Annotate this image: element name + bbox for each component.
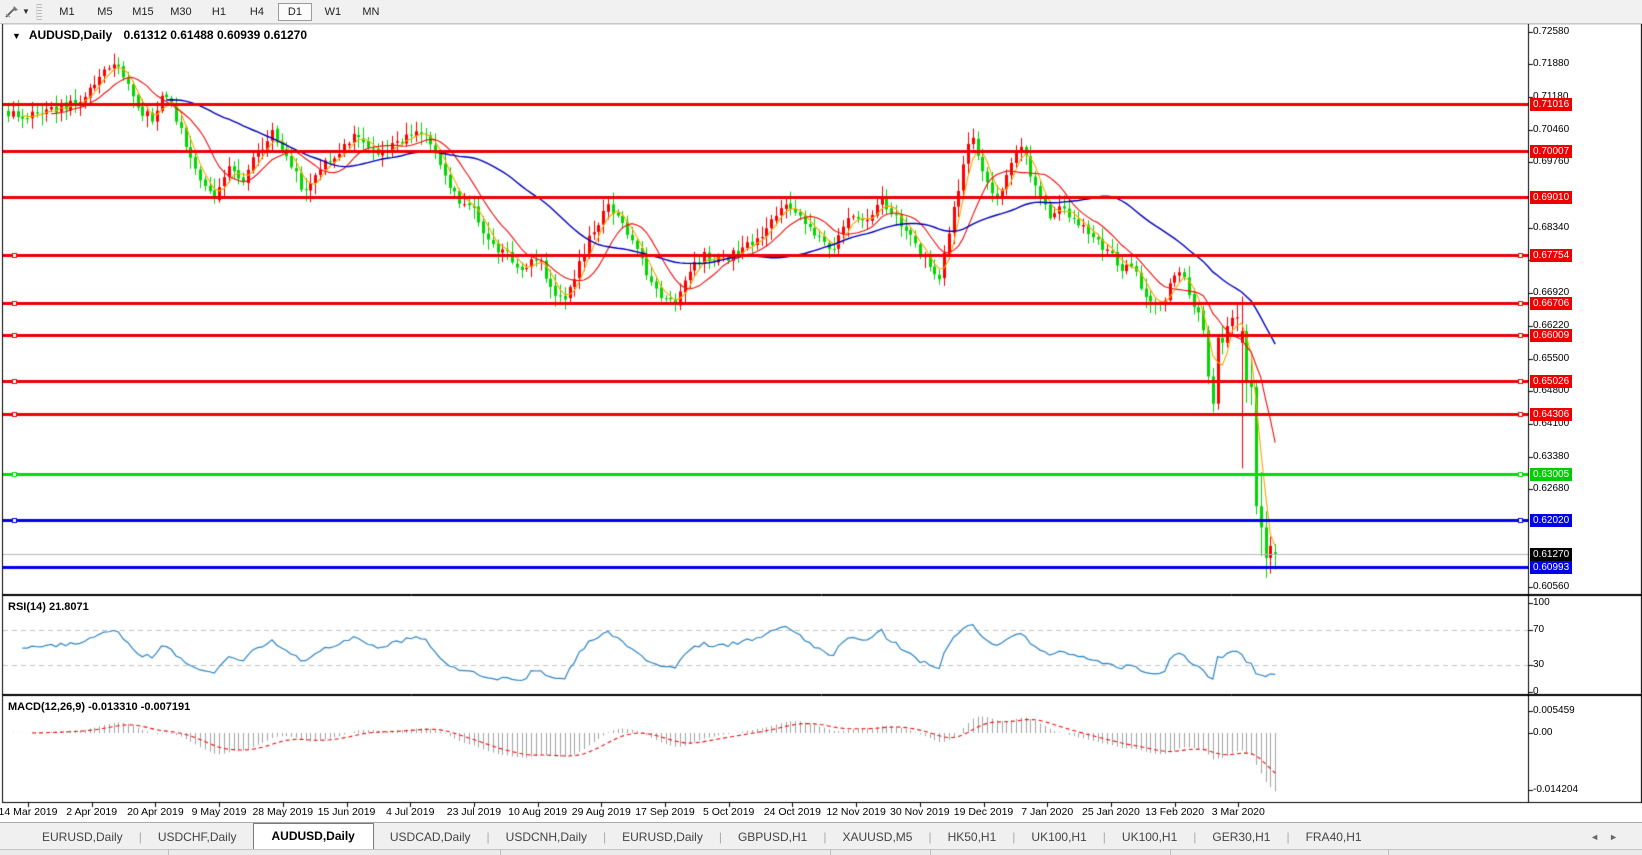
statusbar-divider (930, 850, 931, 855)
date-axis-label: 3 Mar 2020 (1212, 806, 1265, 818)
timeframe-toolbar: ▼ M1M5M15M30H1H4D1W1MN (0, 0, 1642, 24)
date-axis-label: 13 Feb 2020 (1145, 806, 1204, 818)
statusbar-divider (1170, 850, 1171, 855)
chart-tab-xauusd-m5[interactable]: XAUUSD,M5 (826, 826, 928, 849)
timeframe-buttons: M1M5M15M30H1H4D1W1MN (48, 2, 390, 21)
price-axis-tick: 0.68340 (1533, 222, 1569, 233)
price-line-label-0.71016[interactable]: 0.71016 (1530, 98, 1572, 111)
rsi-axis-tick: 30 (1533, 659, 1544, 670)
date-axis-label: 12 Nov 2019 (826, 806, 886, 818)
date-axis-label: 29 Aug 2019 (572, 806, 631, 818)
date-axis-label: 4 Jul 2019 (386, 806, 434, 818)
date-axis-label: 23 Jul 2019 (447, 806, 501, 818)
date-axis-label: 7 Jan 2020 (1021, 806, 1073, 818)
statusbar-divider (1388, 850, 1389, 855)
date-axis-label: 9 May 2019 (192, 806, 247, 818)
price-line-label-0.65026[interactable]: 0.65026 (1530, 375, 1572, 388)
statusbar-divider (168, 850, 169, 855)
price-line-label-0.61270[interactable]: 0.61270 (1530, 548, 1572, 561)
chart-tab-usdcad-daily[interactable]: USDCAD,Daily (374, 826, 487, 849)
date-axis-label: 5 Oct 2019 (703, 806, 754, 818)
price-axis-tick: 0.71880 (1533, 58, 1569, 69)
price-axis-tick: 0.70460 (1533, 124, 1569, 135)
timeframe-button-h4[interactable]: H4 (240, 3, 274, 21)
chart-tab-uk100-h1[interactable]: UK100,H1 (1106, 826, 1193, 849)
chart-title-bar: ▼ AUDUSD,Daily 0.61312 0.61488 0.60939 0… (12, 28, 307, 42)
price-line-label-0.70007[interactable]: 0.70007 (1530, 145, 1572, 158)
chart-tab-usdchf-daily[interactable]: USDCHF,Daily (142, 826, 253, 849)
timeframe-button-h1[interactable]: H1 (202, 3, 236, 21)
rsi-axis-tick: 70 (1533, 624, 1544, 635)
rsi-indicator-label: RSI(14) 21.8071 (8, 601, 89, 613)
date-axis-label: 30 Nov 2019 (890, 806, 950, 818)
tool-dropdown-caret-icon[interactable]: ▼ (22, 7, 30, 16)
chart-tab-eurusd-daily[interactable]: EURUSD,Daily (606, 826, 719, 849)
chart-tab-eurusd-daily[interactable]: EURUSD,Daily (26, 826, 139, 849)
chart-tab-hk50-h1[interactable]: HK50,H1 (932, 826, 1013, 849)
symbol-dropdown-caret-icon[interactable]: ▼ (12, 31, 21, 41)
timeframe-button-d1[interactable]: D1 (278, 3, 312, 21)
macd-axis-tick: 0.00 (1533, 727, 1552, 738)
price-line-label-0.67754[interactable]: 0.67754 (1530, 249, 1572, 262)
crosshair-pointer-icon[interactable] (4, 4, 20, 20)
macd-axis-tick: 0.005459 (1533, 705, 1575, 716)
statusbar-divider (830, 850, 831, 855)
price-line-label-0.63005[interactable]: 0.63005 (1530, 468, 1572, 481)
macd-axis-tick: -0.014204 (1533, 784, 1578, 795)
timeframe-button-m15[interactable]: M15 (126, 3, 160, 21)
rsi-axis-tick: 0 (1533, 686, 1539, 697)
chart-tab-uk100-h1[interactable]: UK100,H1 (1015, 826, 1102, 849)
date-axis-label: 28 May 2019 (252, 806, 313, 818)
statusbar-divider (500, 850, 501, 855)
chart-tab-audusd-daily[interactable]: AUDUSD,Daily (253, 823, 374, 849)
date-axis-label: 10 Aug 2019 (508, 806, 567, 818)
timeframe-button-m30[interactable]: M30 (164, 3, 198, 21)
timeframe-button-m1[interactable]: M1 (50, 3, 84, 21)
date-axis-label: 2 Apr 2019 (66, 806, 117, 818)
toolbar-grip-handle[interactable] (36, 4, 42, 20)
price-axis-tick: 0.69760 (1533, 156, 1569, 167)
chart-tab-gbpusd-h1[interactable]: GBPUSD,H1 (722, 826, 823, 849)
date-axis-label: 14 Mar 2019 (0, 806, 57, 818)
price-axis-tick: 0.62680 (1533, 483, 1569, 494)
chart-symbol-period: AUDUSD,Daily (29, 28, 112, 42)
rsi-axis-tick: 100 (1533, 597, 1550, 608)
chart-tab-bar: EURUSD,Daily|USDCHF,DailyAUDUSD,DailyUSD… (0, 822, 1642, 849)
price-axis-tick: 0.63380 (1533, 451, 1569, 462)
chart-ohlc-values: 0.61312 0.61488 0.60939 0.61270 (124, 28, 308, 42)
price-line-label-0.69010[interactable]: 0.69010 (1530, 191, 1572, 204)
price-axis-tick: 0.60560 (1533, 581, 1569, 592)
tab-scroll-right-icon[interactable]: ► (1609, 832, 1628, 842)
date-axis-label: 19 Dec 2019 (954, 806, 1014, 818)
price-axis-tick: 0.65500 (1533, 353, 1569, 364)
price-line-label-0.66706[interactable]: 0.66706 (1530, 297, 1572, 310)
macd-indicator-label: MACD(12,26,9) -0.013310 -0.007191 (8, 701, 190, 713)
date-axis-label: 20 Apr 2019 (127, 806, 184, 818)
price-line-label-0.62020[interactable]: 0.62020 (1530, 514, 1572, 527)
price-axis-tick: 0.72580 (1533, 26, 1569, 37)
date-axis-label: 25 Jan 2020 (1082, 806, 1140, 818)
timeframe-button-m5[interactable]: M5 (88, 3, 122, 21)
timeframe-button-mn[interactable]: MN (354, 3, 388, 21)
date-axis-label: 24 Oct 2019 (764, 806, 821, 818)
status-bar (0, 849, 1642, 855)
tab-scroll-left-icon[interactable]: ◄ (1590, 832, 1609, 842)
price-line-label-0.64306[interactable]: 0.64306 (1530, 408, 1572, 421)
chart-tab-usdcnh-daily[interactable]: USDCNH,Daily (490, 826, 603, 849)
date-axis-label: 17 Sep 2019 (635, 806, 695, 818)
timeframe-button-w1[interactable]: W1 (316, 3, 350, 21)
chart-tab-fra40-h1[interactable]: FRA40,H1 (1290, 826, 1378, 849)
price-chart-canvas[interactable] (0, 0, 1642, 854)
tab-scroll-arrows[interactable]: ◄► (1590, 832, 1628, 842)
chart-tab-ger30-h1[interactable]: GER30,H1 (1196, 826, 1286, 849)
price-line-label-0.66009[interactable]: 0.66009 (1530, 329, 1572, 342)
date-axis-label: 15 Jun 2019 (318, 806, 376, 818)
price-line-label-0.60993[interactable]: 0.60993 (1530, 561, 1572, 574)
